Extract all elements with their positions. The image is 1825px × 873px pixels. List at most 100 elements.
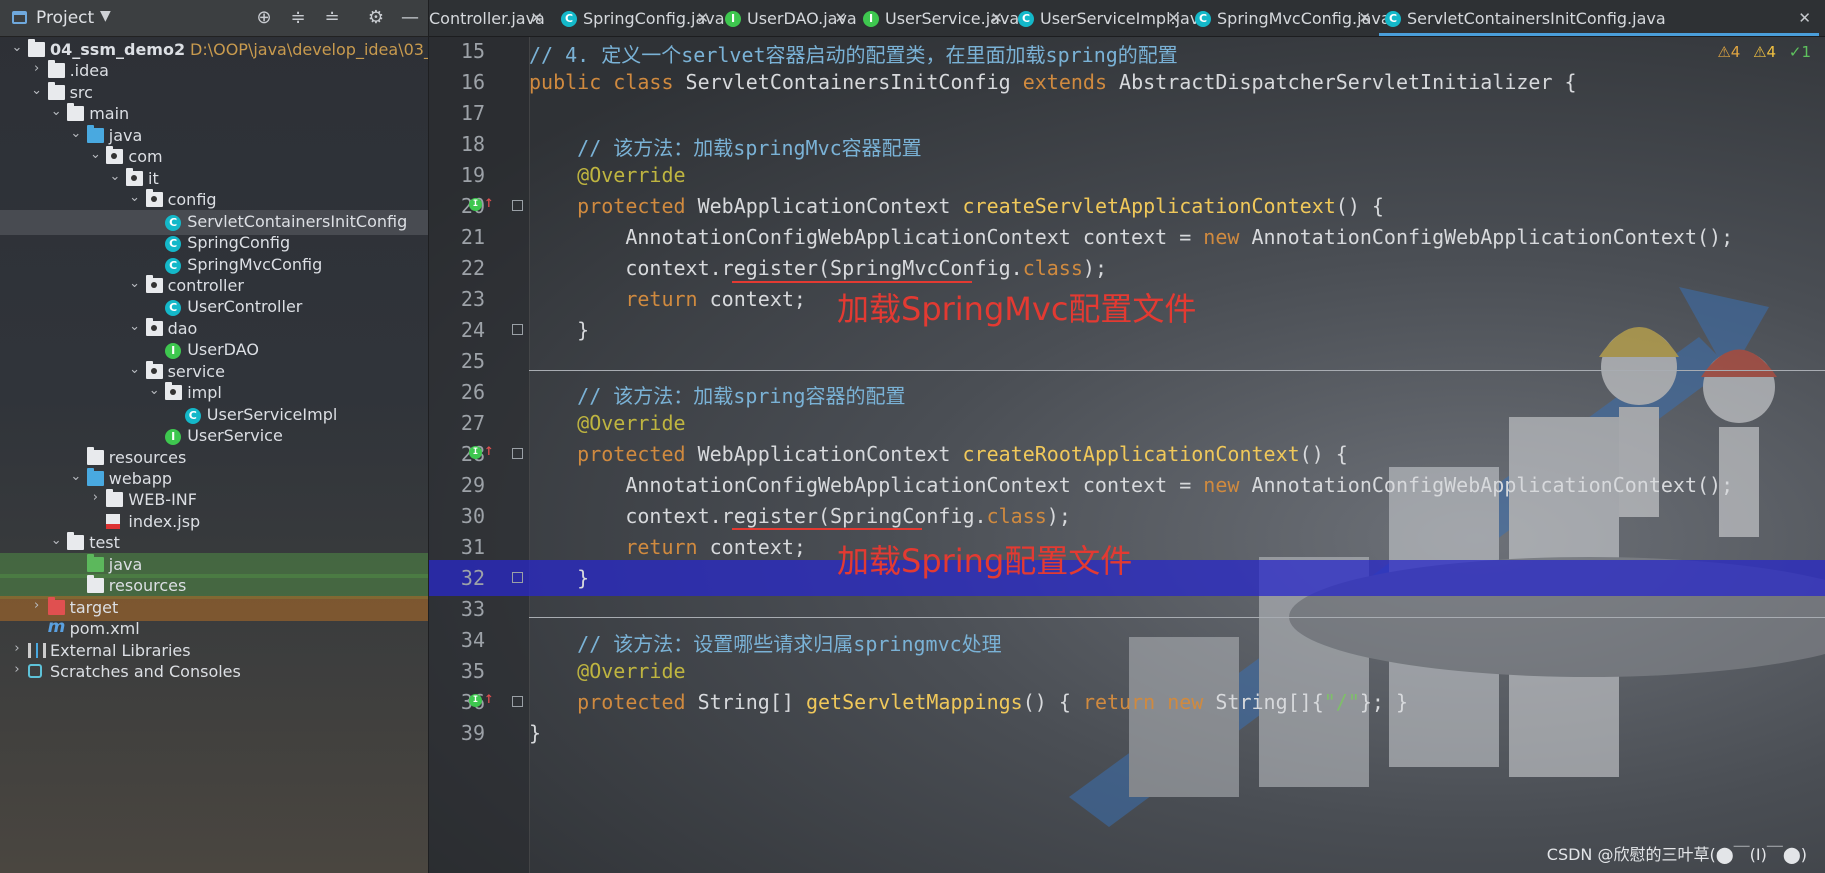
- collapse-arrow-icon[interactable]: ›: [30, 61, 44, 76]
- close-icon[interactable]: ✕: [834, 9, 847, 27]
- expand-arrow-icon[interactable]: ⌄: [128, 276, 142, 291]
- warning-count: ⚠4: [1717, 43, 1741, 61]
- inspection-widget[interactable]: ⚠4 ⚠4 ✓1: [1709, 43, 1811, 61]
- code-line[interactable]: 39}: [429, 715, 1825, 751]
- code-token: AnnotationConfigWebApplicationContext();: [1251, 225, 1734, 249]
- tree-node-label: service: [167, 361, 225, 381]
- expand-arrow-icon[interactable]: ⌄: [88, 147, 102, 162]
- close-icon[interactable]: ✕: [696, 9, 709, 27]
- code-token: AnnotationConfigWebApplicationContext();: [1251, 473, 1734, 497]
- expand-arrow-icon[interactable]: ⌄: [10, 40, 24, 55]
- hide-panel-icon[interactable]: —: [398, 6, 422, 30]
- tree-node-label: ServletContainersInitConfig: [187, 211, 408, 231]
- expand-arrow-icon[interactable]: ⌄: [128, 319, 142, 334]
- code-token: class: [986, 504, 1047, 528]
- folder-icon: [86, 575, 104, 594]
- editor-tab[interactable]: I UserDAO.java ✕: [719, 0, 857, 36]
- implements-method-icon[interactable]: I: [469, 694, 482, 707]
- source-folder-icon: [86, 468, 104, 486]
- class-icon: C: [165, 300, 182, 317]
- code-editor[interactable]: 15// 4. 定义一个serlvet容器启动的配置类，在里面加载spring的…: [429, 37, 1825, 873]
- editor-tab[interactable]: C ServletContainersInitConfig.java ✕: [1379, 0, 1819, 36]
- locate-icon[interactable]: ⊕: [252, 6, 276, 30]
- close-icon[interactable]: ✕: [1798, 9, 1811, 27]
- code-text: context.register(SpringConfig.class);: [529, 504, 1071, 528]
- code-token: context.register(SpringMvcConfig.: [529, 256, 1023, 280]
- code-token: @Override: [577, 659, 686, 683]
- line-number: 21: [460, 225, 485, 249]
- package-icon: [145, 274, 163, 293]
- module-icon: [28, 39, 45, 57]
- watermark: CSDN @欣慰的三叶草(⬤￣(I)￣⬤): [1546, 845, 1807, 864]
- code-token: () {: [1022, 690, 1083, 714]
- override-arrow-icon[interactable]: ↑: [484, 440, 494, 459]
- code-text: @Override: [529, 411, 685, 435]
- class-icon: C: [165, 214, 182, 231]
- collapse-arrow-icon[interactable]: ›: [88, 490, 102, 505]
- expand-arrow-icon[interactable]: ⌄: [49, 533, 63, 548]
- expand-arrow-icon[interactable]: ⌄: [69, 469, 83, 484]
- weak-warning-count: ⚠4: [1753, 43, 1777, 61]
- interface-icon: I: [725, 11, 741, 27]
- close-icon[interactable]: ✕: [1167, 9, 1180, 27]
- override-arrow-icon[interactable]: ↑: [484, 688, 494, 707]
- editor-tab[interactable]: C SpringConfig.java ✕: [555, 0, 725, 36]
- expand-all-icon[interactable]: ≑: [286, 6, 310, 30]
- close-icon[interactable]: ✕: [1358, 9, 1371, 27]
- fold-marker-icon[interactable]: [512, 696, 523, 707]
- code-token: return: [625, 535, 710, 559]
- tree-node-label: target: [69, 597, 119, 617]
- editor-tab[interactable]: C SpringMvcConfig.java ✕: [1189, 0, 1391, 36]
- interface-icon: I: [165, 429, 182, 446]
- fold-marker-icon[interactable]: [512, 200, 523, 211]
- expand-arrow-icon[interactable]: ⌄: [30, 83, 44, 98]
- code-token: WebApplicationContext: [697, 442, 963, 466]
- implements-method-icon[interactable]: I: [469, 446, 482, 459]
- typo-count: ✓1: [1788, 43, 1811, 61]
- code-text: AnnotationConfigWebApplicationContext co…: [529, 473, 1733, 497]
- expand-arrow-icon[interactable]: ⌄: [128, 362, 142, 377]
- implements-method-icon[interactable]: I: [469, 198, 482, 211]
- fold-marker-icon[interactable]: [512, 324, 523, 335]
- gear-icon[interactable]: ⚙: [364, 6, 388, 30]
- editor-tab[interactable]: I UserService.java ✕: [857, 0, 1019, 36]
- override-arrow-icon[interactable]: ↑: [484, 192, 494, 211]
- tree-node[interactable]: › Scratches and Consoles: [0, 660, 428, 685]
- code-token: protected: [577, 442, 698, 466]
- folder-icon: [67, 103, 85, 122]
- tree-node-label: .idea: [69, 61, 109, 81]
- expand-arrow-icon[interactable]: ⌄: [69, 126, 83, 141]
- code-text: return context;: [529, 535, 806, 559]
- expand-arrow-icon[interactable]: ⌄: [49, 104, 63, 119]
- expand-arrow-icon[interactable]: ⌄: [147, 383, 161, 398]
- expand-arrow-icon[interactable]: ⌄: [128, 190, 142, 205]
- package-dot: [150, 367, 157, 374]
- tree-node-label: java: [108, 554, 143, 574]
- code-token: return new: [1082, 690, 1216, 714]
- fold-marker-icon[interactable]: [512, 572, 523, 583]
- tree-node-label: resources: [108, 576, 187, 596]
- method-separator: [529, 617, 1825, 618]
- collapse-arrow-icon[interactable]: ›: [30, 598, 44, 613]
- line-number: 34: [460, 628, 485, 652]
- code-token: getServletMappings: [805, 690, 1023, 714]
- collapse-arrow-icon[interactable]: ›: [10, 641, 24, 656]
- chevron-down-icon[interactable]: ▼: [100, 8, 111, 24]
- project-panel-title[interactable]: Project: [36, 8, 94, 28]
- editor-tab[interactable]: Controller.java ✕: [429, 0, 551, 36]
- code-token: AnnotationConfigWebApplicationContext co…: [529, 225, 1204, 249]
- close-icon[interactable]: ✕: [530, 9, 543, 27]
- collapse-all-icon[interactable]: ≐: [320, 6, 344, 30]
- expand-arrow-icon[interactable]: ⌄: [108, 169, 122, 184]
- close-icon[interactable]: ✕: [990, 9, 1003, 27]
- collapse-arrow-icon[interactable]: ›: [10, 662, 24, 677]
- fold-marker-icon[interactable]: [512, 448, 523, 459]
- code-token: String[]: [697, 690, 806, 714]
- package-dot: [131, 174, 137, 181]
- tree-node-label: test: [89, 533, 120, 553]
- editor-tab[interactable]: C UserServiceImpl.java ✕: [1012, 0, 1209, 36]
